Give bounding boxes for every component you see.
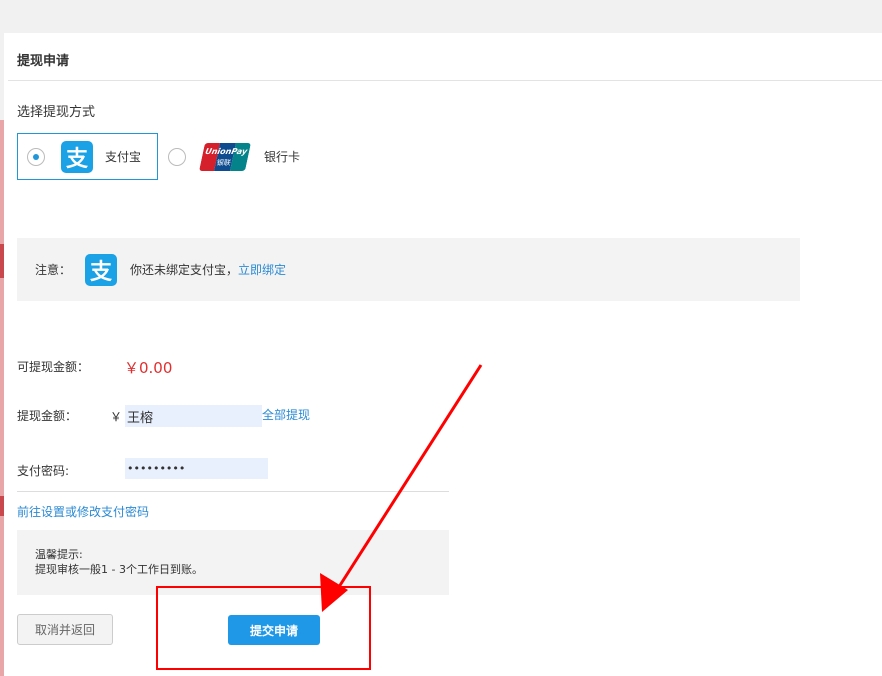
- page: 提现申请 选择提现方式 支 支付宝 UnionPay 银联 银行卡 注意： 支 …: [0, 0, 882, 676]
- method-option-alipay[interactable]: 支 支付宝: [17, 133, 158, 180]
- bind-now-link[interactable]: 立即绑定: [238, 263, 286, 277]
- method-section-label: 选择提现方式: [17, 105, 96, 120]
- alipay-icon: 支: [61, 140, 93, 173]
- available-amount-label: 可提现金额：: [17, 360, 90, 374]
- set-password-link[interactable]: 前往设置或修改支付密码: [17, 503, 149, 520]
- payment-password-input[interactable]: [125, 458, 268, 479]
- alipay-label: 支付宝: [105, 150, 142, 164]
- payment-password-label: 支付密码:: [17, 464, 70, 478]
- page-title: 提现申请: [17, 54, 70, 69]
- currency-symbol: ￥: [110, 410, 123, 424]
- tips-title: 温馨提示:: [35, 548, 83, 561]
- method-option-bank-card[interactable]: UnionPay 银联 银行卡: [166, 133, 316, 180]
- title-divider: [8, 80, 882, 81]
- notice-box: 注意： 支 你还未绑定支付宝，立即绑定: [17, 238, 800, 301]
- tips-box: 温馨提示: 提现审核一般1 - 3个工作日到账。: [17, 530, 449, 595]
- unionpay-logo-sub: 银联: [215, 158, 232, 167]
- alipay-radio[interactable]: [27, 147, 45, 166]
- withdraw-amount-label: 提现金额：: [17, 409, 78, 423]
- notice-label: 注意：: [35, 263, 72, 277]
- notice-text: 你还未绑定支付宝，立即绑定: [130, 261, 286, 278]
- unionpay-icon: UnionPay 银联: [199, 142, 251, 171]
- unionpay-logo-text: UnionPay: [204, 146, 249, 156]
- withdraw-panel: 提现申请 选择提现方式 支 支付宝 UnionPay 银联 银行卡 注意： 支 …: [4, 33, 882, 676]
- alipay-icon: 支: [85, 253, 118, 286]
- bank-card-radio[interactable]: [168, 147, 186, 166]
- cancel-button[interactable]: 取消并返回: [17, 614, 113, 645]
- withdraw-all-link[interactable]: 全部提现: [262, 406, 310, 423]
- withdraw-amount-input[interactable]: [125, 405, 262, 427]
- tips-text: 提现审核一般1 - 3个工作日到账。: [35, 563, 203, 576]
- available-amount-value: ￥0.00: [124, 359, 173, 377]
- password-divider: [17, 491, 449, 492]
- notice-message: 你还未绑定支付宝，: [130, 263, 239, 277]
- submit-button[interactable]: 提交申请: [228, 615, 320, 645]
- bank-card-label: 银行卡: [264, 150, 301, 164]
